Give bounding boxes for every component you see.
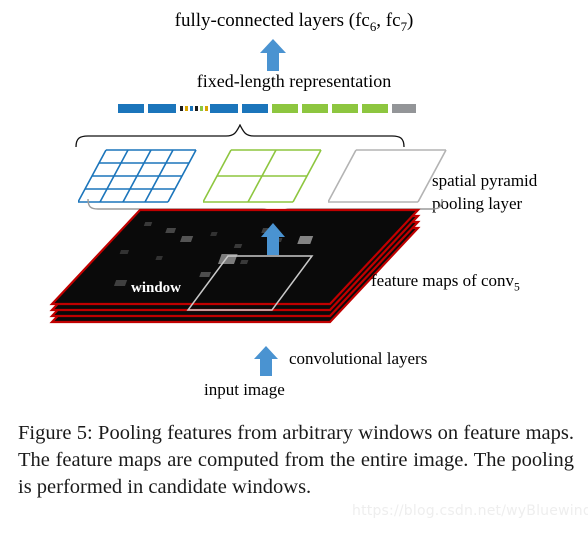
- arrow-up-input-to-conv: [254, 346, 278, 376]
- arrow-up-to-fc-layers: [260, 39, 286, 71]
- feature-maps-of-conv5-label: feature maps of conv5: [371, 272, 520, 294]
- vector-ellipsis-dots: [180, 106, 213, 111]
- vector-segment-gray-1: [392, 104, 416, 113]
- vector-segment-blue-3: [210, 104, 238, 113]
- fmap-label-text: feature maps of conv: [371, 271, 515, 290]
- figure-caption: Figure 5: Pooling features from arbitrar…: [18, 422, 574, 499]
- convolutional-layers-label: convolutional layers: [289, 349, 428, 368]
- fc-title-prefix: fully-connected layers (fc: [174, 10, 370, 31]
- arrow-up-window-to-spp: [261, 223, 285, 255]
- vector-segment-blue-2: [148, 104, 176, 113]
- window-region-outline: [186, 255, 314, 311]
- spp-label-line1: spatial pyramid: [432, 171, 538, 190]
- vector-segment-green-2: [302, 104, 328, 113]
- conv5-subscript: 5: [514, 280, 520, 294]
- window-label: window: [131, 280, 182, 296]
- vector-segment-green-3: [332, 104, 358, 113]
- vector-segment-green-4: [362, 104, 388, 113]
- fully-connected-layers-label: fully-connected layers (fc6, fc7): [0, 10, 588, 34]
- vector-segment-blue-1: [118, 104, 144, 113]
- figure-sppnet-diagram: fully-connected layers (fc6, fc7) fixed-…: [0, 0, 588, 538]
- watermark-text: https://blog.csdn.net/wyBluewind: [352, 503, 588, 519]
- fixed-length-representation-label: fixed-length representation: [196, 71, 392, 91]
- fc-title-mid: , fc: [376, 10, 401, 31]
- fixed-length-feature-vector: [118, 104, 416, 115]
- input-image-label: input image: [204, 380, 285, 399]
- vector-segment-blue-4: [242, 104, 268, 113]
- spatial-pyramid-pooling-layer-label: spatial pyramid pooling layer: [432, 170, 582, 216]
- fc-title-suffix: ): [407, 10, 414, 31]
- brace-spp-to-vector: [75, 124, 405, 148]
- vector-segment-green-1: [272, 104, 298, 113]
